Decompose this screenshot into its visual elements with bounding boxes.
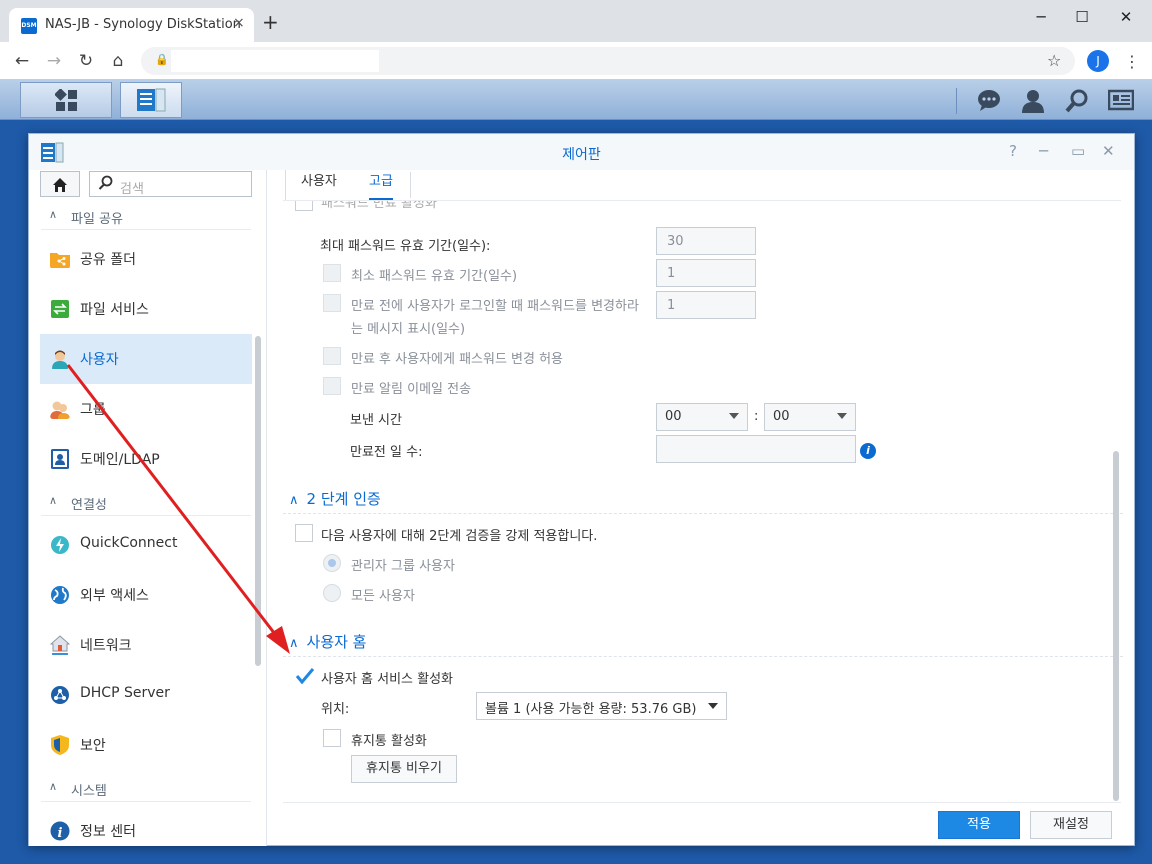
annotation-arrow xyxy=(66,364,290,654)
